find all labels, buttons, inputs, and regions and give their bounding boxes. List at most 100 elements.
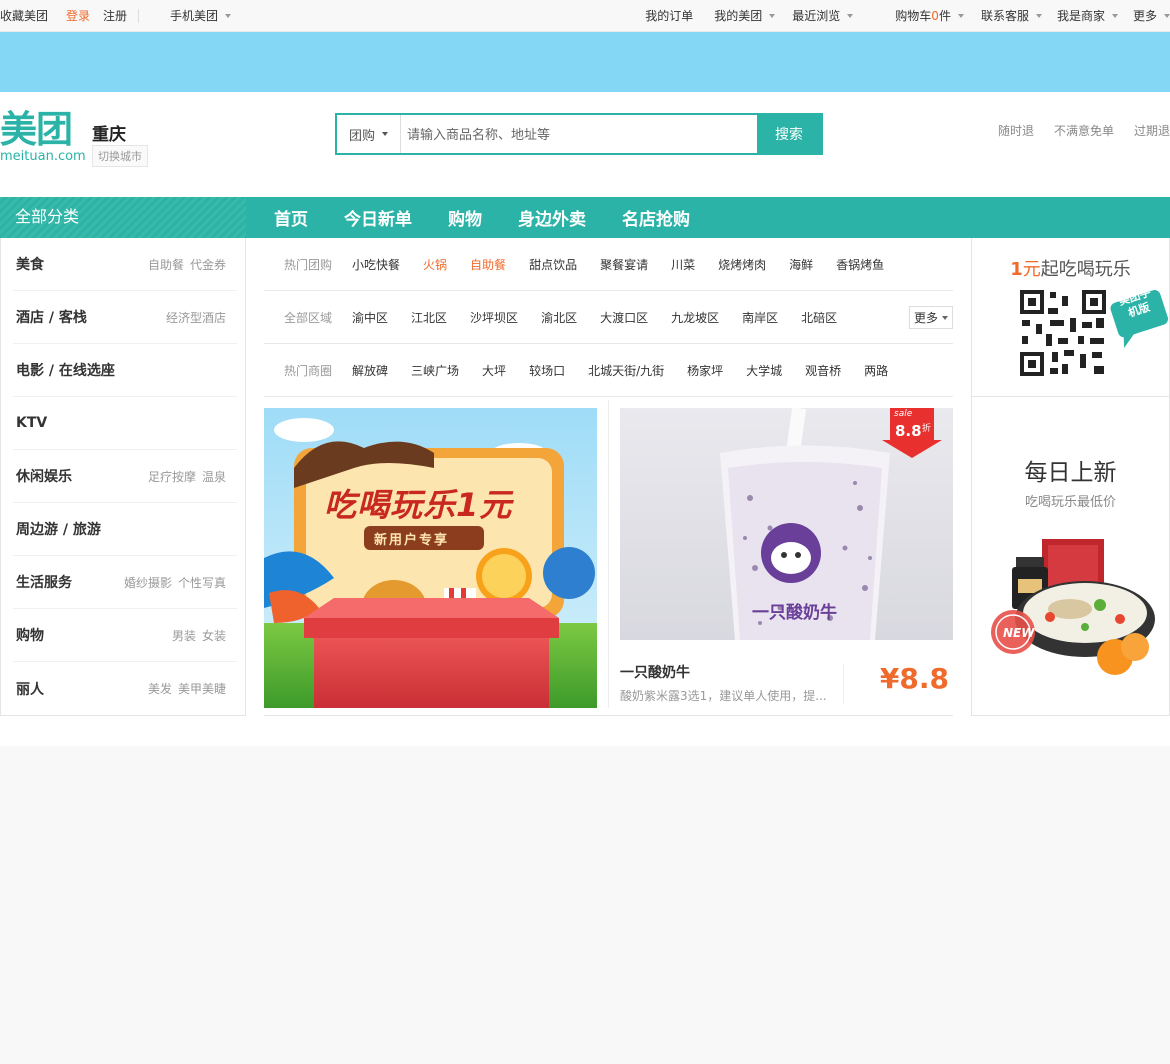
filter-item[interactable]: 海鲜 [789,256,813,273]
filter-item[interactable]: 南岸区 [742,309,778,326]
daily-new-subtitle: 吃喝玩乐最低价 [1024,495,1116,510]
filter-item[interactable]: 香锅烤鱼 [836,256,884,273]
chevron-down-icon [1164,13,1170,18]
recent-dropdown[interactable]: 最近浏览 [792,7,854,24]
filter-item[interactable]: 北城天街/九街 [588,362,664,379]
filter-item[interactable]: 渝中区 [352,309,388,326]
filter-item[interactable]: 自助餐 [470,256,506,273]
filter-item[interactable]: 三峡广场 [411,362,459,379]
filter-item[interactable]: 火锅 [423,256,447,273]
subcategory-link[interactable]: 男装 [172,627,196,644]
register-link[interactable]: 注册 [103,7,127,24]
my-orders-link[interactable]: 我的订单 [645,7,693,24]
filter-item[interactable]: 大坪 [482,362,506,379]
promise-refund-anytime[interactable]: 随时退 [998,122,1034,139]
category-name: 美食 [16,257,44,273]
top-banner[interactable] [0,32,1170,92]
filter-item[interactable]: 北碚区 [801,309,837,326]
app-promo-title: 1元起吃喝玩乐 [972,255,1169,281]
search-category-select[interactable]: 团购 [337,115,401,153]
nav-home[interactable]: 首页 [274,205,308,230]
filter-item[interactable]: 观音桥 [805,362,841,379]
filter-item[interactable]: 大学城 [746,362,782,379]
chevron-down-icon [769,13,776,18]
subcategory-link[interactable]: 个性写真 [178,574,226,591]
filter-item[interactable]: 小吃快餐 [352,256,400,273]
my-meituan-dropdown[interactable]: 我的美团 [714,7,776,24]
filter-item[interactable]: 九龙坡区 [671,309,719,326]
nav-famous-shops[interactable]: 名店抢购 [622,205,690,230]
new-user-promo-banner[interactable]: 吃喝玩乐1元 新用户专享 [264,408,597,708]
filter-item[interactable]: 较场口 [529,362,565,379]
divider [608,400,609,708]
chevron-down-icon [1035,13,1042,18]
search-input[interactable] [401,115,757,153]
subcategory-link[interactable]: 婚纱摄影 [124,574,172,591]
hot-groups-row: 热门团购 小吃快餐 火锅 自助餐 甜点饮品 聚餐宴请 川菜 烧烤烤肉 海鲜 香锅… [264,238,953,291]
more-dropdown[interactable]: 更多 [1133,7,1170,24]
filter-item[interactable]: 江北区 [411,309,447,326]
service-dropdown[interactable]: 联系客服 [981,7,1042,24]
current-city: 重庆 [92,125,126,145]
subcategory-link[interactable]: 足疗按摩 [148,468,196,485]
category-name: 购物 [16,628,44,644]
merchant-dropdown[interactable]: 我是商家 [1057,7,1118,24]
deal-title[interactable]: 一只酸奶牛 [620,662,690,682]
category-name: KTV [16,415,48,431]
search-button[interactable]: 搜索 [757,115,821,153]
deal-card[interactable]: 一只酸奶牛 sale 8.8 折 一只酸奶牛 酸奶紫米露3选1，建议单人使用，提… [620,408,953,708]
filter-item[interactable]: 沙坪坝区 [470,309,518,326]
daily-new-panel[interactable]: 每日上新 吃喝玩乐最低价 NEW [971,396,1170,716]
filter-panel: 热门团购 小吃快餐 火锅 自助餐 甜点饮品 聚餐宴请 川菜 烧烤烤肉 海鲜 香锅… [264,238,953,397]
all-categories-tab[interactable]: 全部分类 [0,197,246,238]
filter-item[interactable]: 聚餐宴请 [600,256,648,273]
nav-takeout[interactable]: 身边外卖 [518,205,586,230]
switch-city-button[interactable]: 切换城市 [92,145,148,167]
subcategory-link[interactable]: 美发 [148,680,172,697]
nav-today-new[interactable]: 今日新单 [344,205,412,230]
category-item[interactable]: 休闲娱乐 足疗按摩 温泉 [13,450,237,503]
nav-shopping[interactable]: 购物 [448,205,482,230]
meituan-logo[interactable]: 美团 meituan.com [0,110,86,170]
promise-free-if-unsatisfied[interactable]: 不满意免单 [1054,122,1114,139]
mobile-meituan-dropdown[interactable]: 手机美团 [170,7,232,24]
category-list: 美食 自助餐 代金券 酒店 / 客栈 经济型酒店 电影 / 在线选座 KTV 休闲娱乐… [0,238,246,716]
subcategory-link[interactable]: 美甲美睫 [178,680,226,697]
areas-more-button[interactable]: 更多 [908,306,953,329]
subcategory-link[interactable]: 女装 [202,627,226,644]
filter-item[interactable]: 解放碑 [352,362,388,379]
food-products-illustration [991,539,1155,675]
category-item[interactable]: KTV [13,397,237,450]
filter-item[interactable]: 渝北区 [541,309,577,326]
promise-refund-expired[interactable]: 过期退 [1134,122,1170,139]
category-item[interactable]: 生活服务 婚纱摄影 个性写真 [13,556,237,609]
subcategory-link[interactable]: 代金券 [190,256,226,273]
filter-item[interactable]: 大渡口区 [600,309,648,326]
category-item[interactable]: 丽人 美发 美甲美睫 [13,662,237,715]
subcategory-link[interactable]: 经济型酒店 [166,309,226,326]
category-item[interactable]: 周边游 / 旅游 [13,503,237,556]
filter-item[interactable]: 烧烤烤肉 [718,256,766,273]
app-promo-panel[interactable]: 1元起吃喝玩乐 美团手机版 [971,238,1170,397]
cart-dropdown[interactable]: 购物车 0 件 [895,7,964,24]
category-item[interactable]: 电影 / 在线选座 [13,344,237,397]
category-item[interactable]: 酒店 / 客栈 经济型酒店 [13,291,237,344]
divider [264,715,953,716]
filter-item[interactable]: 甜点饮品 [529,256,577,273]
discount-badge: sale 8.8 折 [882,408,942,458]
service-promises: 随时退 不满意免单 过期退 [998,122,1170,139]
subcategory-link[interactable]: 自助餐 [148,256,184,273]
category-item[interactable]: 购物 男装 女装 [13,609,237,662]
subcategory-link[interactable]: 温泉 [202,468,226,485]
filter-item[interactable]: 两路 [864,362,888,379]
chevron-down-icon [942,315,948,320]
filter-item[interactable]: 川菜 [671,256,695,273]
login-link[interactable]: 登录 [66,7,90,24]
header: 美团 meituan.com 重庆 切换城市 团购 搜索 随时退 不满意免单 过… [0,92,1170,197]
main-content: 美食 自助餐 代金券 酒店 / 客栈 经济型酒店 电影 / 在线选座 KTV 休闲娱乐… [0,238,1170,746]
favorite-link[interactable]: 收藏美团 [0,7,48,24]
filter-item[interactable]: 杨家坪 [687,362,723,379]
top-bar: 收藏美团 登录 注册 手机美团 我的订单 我的美团 最近浏览 购物车 0 件 联系客… [0,0,1170,32]
category-item[interactable]: 美食 自助餐 代金券 [13,238,237,291]
merchant-label: 我是商家 [1056,9,1105,23]
